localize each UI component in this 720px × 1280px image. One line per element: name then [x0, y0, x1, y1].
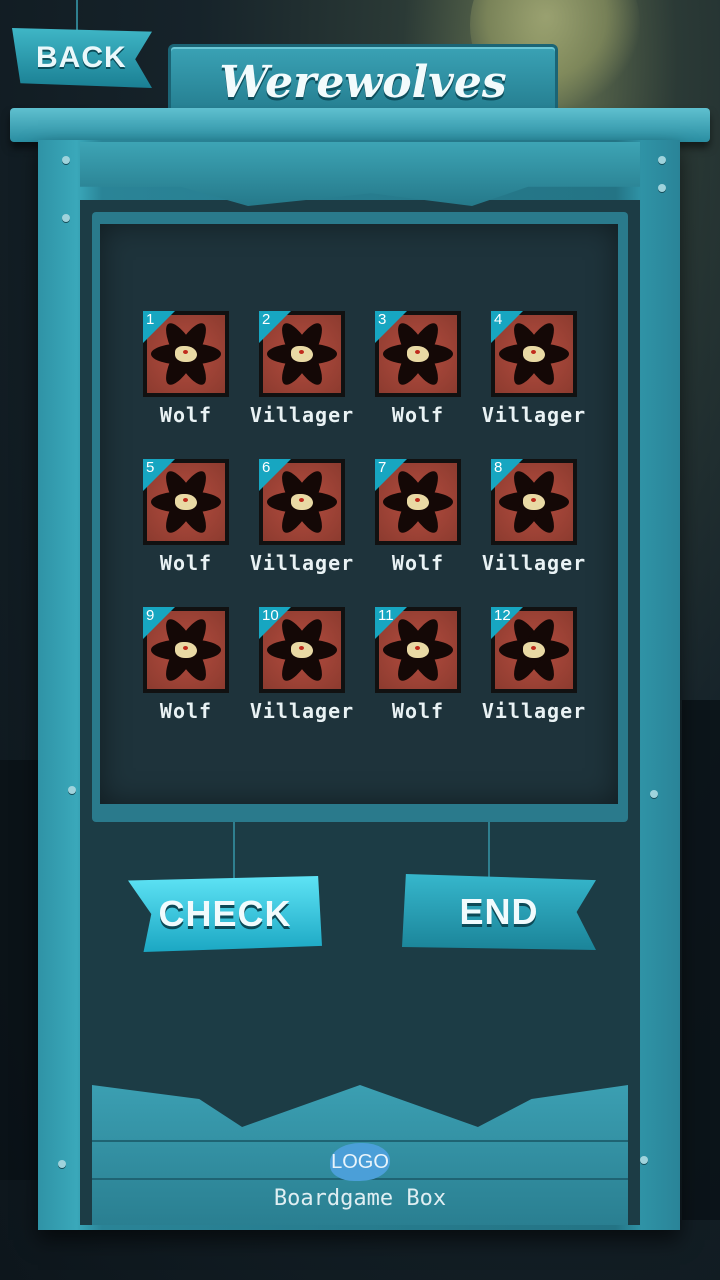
- page-title: Werewolves: [219, 56, 507, 108]
- end-label: END: [459, 891, 539, 932]
- cabinet-roof: [10, 108, 710, 142]
- player-card-3[interactable]: 3 Wolf: [348, 311, 464, 431]
- bolt: [650, 790, 658, 798]
- player-role: Villager: [481, 403, 587, 427]
- player-number: 9: [146, 607, 155, 624]
- player-number: 2: [262, 311, 271, 328]
- player-card-11[interactable]: 11 Wolf: [348, 607, 464, 727]
- bolt: [58, 1160, 66, 1168]
- player-card-2[interactable]: 2 Villager: [232, 311, 353, 431]
- player-number: 12: [494, 607, 511, 624]
- player-card-4[interactable]: 4 Villager: [464, 311, 585, 431]
- brand-logo: LOGO: [330, 1143, 390, 1181]
- player-card-6[interactable]: 6 Villager: [232, 459, 353, 579]
- player-card-9[interactable]: 9 Wolf: [116, 607, 232, 727]
- player-card-8[interactable]: 8 Villager: [464, 459, 585, 579]
- tree-silhouette: [682, 700, 720, 1220]
- player-number: 8: [494, 459, 503, 476]
- check-label: CHECK: [158, 893, 292, 934]
- back-label: BACK: [36, 41, 127, 74]
- player-number: 7: [378, 459, 387, 476]
- player-number: 11: [378, 607, 394, 624]
- player-card-5[interactable]: 5 Wolf: [116, 459, 232, 579]
- player-number: 6: [262, 459, 271, 476]
- player-card-7[interactable]: 7 Wolf: [348, 459, 464, 579]
- bolt: [658, 156, 666, 164]
- player-role: Villager: [481, 699, 587, 723]
- brand-name: Boardgame Box: [273, 1186, 447, 1211]
- bolt: [658, 184, 666, 192]
- player-number: 5: [146, 459, 155, 476]
- bolt: [62, 214, 70, 222]
- player-number: 4: [494, 311, 503, 328]
- bolt: [68, 786, 76, 794]
- end-button[interactable]: END: [402, 874, 596, 950]
- back-rope: [76, 0, 78, 32]
- tree-silhouette: [0, 760, 40, 1180]
- bolt: [640, 1156, 648, 1164]
- player-card-12[interactable]: 12 Villager: [464, 607, 585, 727]
- logo-text: LOGO: [331, 1150, 389, 1173]
- player-number: 1: [146, 311, 155, 328]
- check-button[interactable]: CHECK: [128, 876, 322, 952]
- player-card-10[interactable]: 10 Villager: [232, 607, 353, 727]
- player-number: 3: [378, 311, 387, 328]
- player-card-1[interactable]: 1 Wolf: [116, 311, 232, 431]
- bolt: [62, 156, 70, 164]
- back-button[interactable]: BACK: [12, 28, 152, 88]
- plank-divider: [92, 1140, 628, 1142]
- player-role: Villager: [481, 551, 587, 575]
- player-number: 10: [262, 607, 279, 624]
